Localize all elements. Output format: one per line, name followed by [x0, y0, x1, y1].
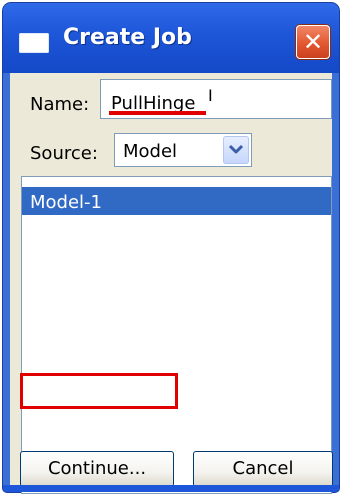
source-dropdown-button[interactable]	[223, 136, 249, 164]
continue-button[interactable]: Continue...	[20, 451, 174, 487]
source-select-value: Model	[123, 141, 178, 162]
source-select[interactable]: Model	[114, 133, 252, 167]
window-bottom-border	[3, 485, 339, 492]
dialog-title: Create Job	[63, 25, 192, 50]
chevron-down-icon	[229, 144, 243, 154]
close-icon: ✕	[302, 28, 324, 56]
model-list-item-label: Model-1	[30, 192, 102, 213]
model-list[interactable]: Model-1	[21, 176, 332, 494]
model-list-item[interactable]: Model-1	[22, 187, 331, 215]
name-label: Name:	[30, 94, 90, 115]
title-bar: Create Job ✕	[3, 3, 339, 73]
source-label: Source:	[30, 143, 98, 164]
text-cursor-icon: I	[208, 86, 213, 105]
create-job-dialog: Create Job ✕ Name: PullHinge I Source: M…	[3, 3, 339, 494]
close-button[interactable]: ✕	[296, 25, 330, 59]
name-input[interactable]: PullHinge I	[100, 79, 332, 119]
dialog-body: Name: PullHinge I Source: Model Model-1 …	[10, 73, 333, 494]
annotation-underline	[109, 111, 206, 115]
window-app-icon	[19, 33, 49, 53]
cancel-button[interactable]: Cancel	[193, 451, 333, 487]
